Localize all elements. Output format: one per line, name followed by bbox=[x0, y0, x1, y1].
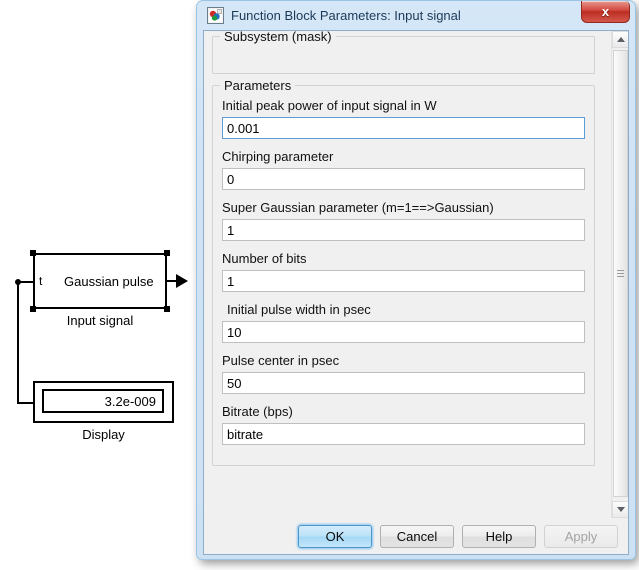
input-number-of-bits[interactable] bbox=[222, 270, 585, 292]
selection-handle-bottom-left[interactable] bbox=[30, 306, 36, 312]
display-value: 3.2e-009 bbox=[104, 393, 156, 409]
parameters-groupbox: Parameters Initial peak power of input s… bbox=[212, 78, 595, 466]
close-icon[interactable]: x bbox=[581, 1, 630, 23]
vertical-scrollbar[interactable] bbox=[611, 31, 628, 518]
parameters-scroll-area: Subsystem (mask) Parameters Initial peak… bbox=[204, 31, 603, 518]
input-super-gaussian-parameter[interactable] bbox=[222, 219, 585, 241]
triangle-up-icon bbox=[616, 37, 625, 42]
apply-button: Apply bbox=[544, 524, 618, 548]
scrollbar-grip-icon bbox=[617, 269, 624, 278]
label-pulse-center: Pulse center in psec bbox=[222, 353, 340, 368]
scroll-up-arrow-icon[interactable] bbox=[612, 31, 628, 48]
selection-handle-bottom-right[interactable] bbox=[164, 306, 170, 312]
subsystem-groupbox: Subsystem (mask) bbox=[212, 31, 595, 74]
gaussian-block-label: Gaussian pulse bbox=[64, 274, 154, 289]
gaussian-input-port-tag: t bbox=[39, 274, 43, 288]
label-bitrate: Bitrate (bps) bbox=[222, 404, 293, 419]
subsystem-groupbox-title: Subsystem (mask) bbox=[220, 31, 336, 44]
ok-button[interactable]: OK bbox=[298, 524, 372, 548]
wire-branch-vertical bbox=[17, 281, 19, 404]
label-super-gaussian-parameter: Super Gaussian parameter (m=1==>Gaussian… bbox=[222, 200, 494, 215]
input-pulse-center[interactable] bbox=[222, 372, 585, 394]
input-chirping-parameter[interactable] bbox=[222, 168, 585, 190]
scroll-down-arrow-icon[interactable] bbox=[612, 501, 628, 518]
selection-handle-top-right[interactable] bbox=[164, 250, 170, 256]
parameters-groupbox-title: Parameters bbox=[220, 78, 296, 93]
cancel-button[interactable]: Cancel bbox=[380, 524, 454, 548]
scrollbar-thumb[interactable] bbox=[613, 50, 628, 497]
function-block-parameters-dialog: Function Block Parameters: Input signal … bbox=[196, 0, 636, 560]
gaussian-output-arrowhead bbox=[176, 274, 188, 288]
triangle-down-icon bbox=[616, 507, 625, 512]
input-initial-peak-power[interactable] bbox=[222, 117, 585, 139]
display-block-caption: Display bbox=[82, 427, 125, 442]
dialog-title: Function Block Parameters: Input signal bbox=[231, 8, 461, 23]
label-initial-peak-power: Initial peak power of input signal in W bbox=[222, 98, 437, 113]
dialog-client-area: Subsystem (mask) Parameters Initial peak… bbox=[203, 30, 629, 555]
close-button-label: x bbox=[601, 4, 610, 19]
dialog-button-bar: OK Cancel Help Apply bbox=[204, 518, 628, 554]
simulink-icon bbox=[207, 7, 224, 24]
help-button[interactable]: Help bbox=[462, 524, 536, 548]
input-initial-pulse-width[interactable] bbox=[222, 321, 585, 343]
gaussian-block-caption: Input signal bbox=[66, 313, 134, 328]
label-number-of-bits: Number of bits bbox=[222, 251, 307, 266]
label-initial-pulse-width: Initial pulse width in psec bbox=[227, 302, 371, 317]
dialog-titlebar[interactable]: Function Block Parameters: Input signal … bbox=[203, 1, 630, 30]
display-readout: 3.2e-009 bbox=[42, 389, 164, 413]
input-bitrate[interactable] bbox=[222, 423, 585, 445]
label-chirping-parameter: Chirping parameter bbox=[222, 149, 334, 164]
selection-handle-top-left[interactable] bbox=[30, 250, 36, 256]
